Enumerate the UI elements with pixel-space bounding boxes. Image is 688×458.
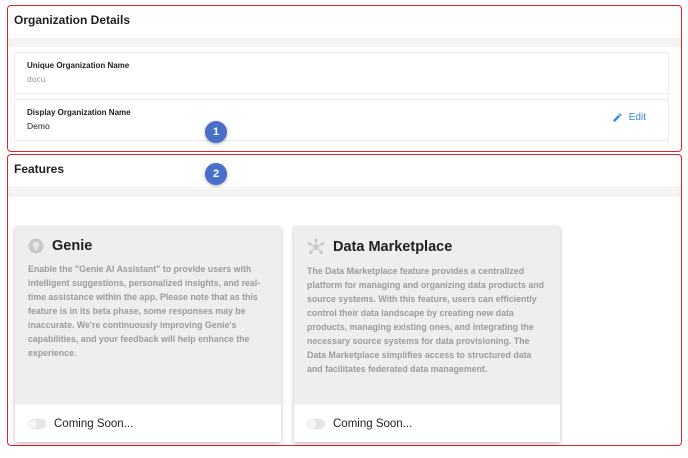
pencil-icon — [612, 112, 623, 123]
genie-icon — [28, 238, 44, 254]
edit-button-label: Edit — [628, 112, 646, 123]
edit-button[interactable]: Edit — [612, 112, 646, 123]
section-divider — [8, 39, 681, 47]
data-marketplace-card-description: The Data Marketplace feature provides a … — [307, 266, 545, 374]
annotation-marker-1: 1 — [205, 121, 227, 143]
genie-toggle[interactable] — [28, 418, 46, 429]
genie-feature-card: Genie Enable the "Genie AI Assistant" to… — [15, 226, 281, 442]
organization-details-title: Organization Details — [8, 6, 681, 39]
annotation-marker-2: 2 — [205, 163, 227, 185]
data-marketplace-card-title: Data Marketplace — [333, 239, 453, 255]
organization-details-section: Organization Details Unique Organization… — [7, 5, 682, 152]
unique-organization-name-row: Unique Organization Name docu — [14, 52, 669, 94]
features-section: Features Genie Enable the "Genie AI Assi… — [7, 154, 682, 446]
data-marketplace-feature-card: Data Marketplace The Data Marketplace fe… — [294, 226, 560, 442]
data-marketplace-toggle[interactable] — [307, 418, 325, 429]
features-title: Features — [8, 155, 681, 188]
data-marketplace-status-text: Coming Soon... — [333, 417, 413, 430]
data-marketplace-icon — [307, 238, 325, 256]
display-organization-name-label: Display Organization Name — [27, 108, 131, 117]
genie-card-title: Genie — [52, 238, 93, 254]
display-organization-name-value: Demo — [27, 121, 50, 131]
genie-card-description: Enable the "Genie AI Assistant" to provi… — [28, 264, 261, 358]
unique-organization-name-value: docu — [27, 74, 46, 84]
section-divider — [8, 189, 681, 197]
genie-card-footer: Coming Soon... — [15, 404, 281, 442]
unique-organization-name-label: Unique Organization Name — [27, 61, 130, 70]
data-marketplace-card-footer: Coming Soon... — [294, 404, 560, 442]
display-organization-name-row: Display Organization Name Demo Edit — [14, 99, 669, 141]
genie-status-text: Coming Soon... — [54, 417, 134, 430]
